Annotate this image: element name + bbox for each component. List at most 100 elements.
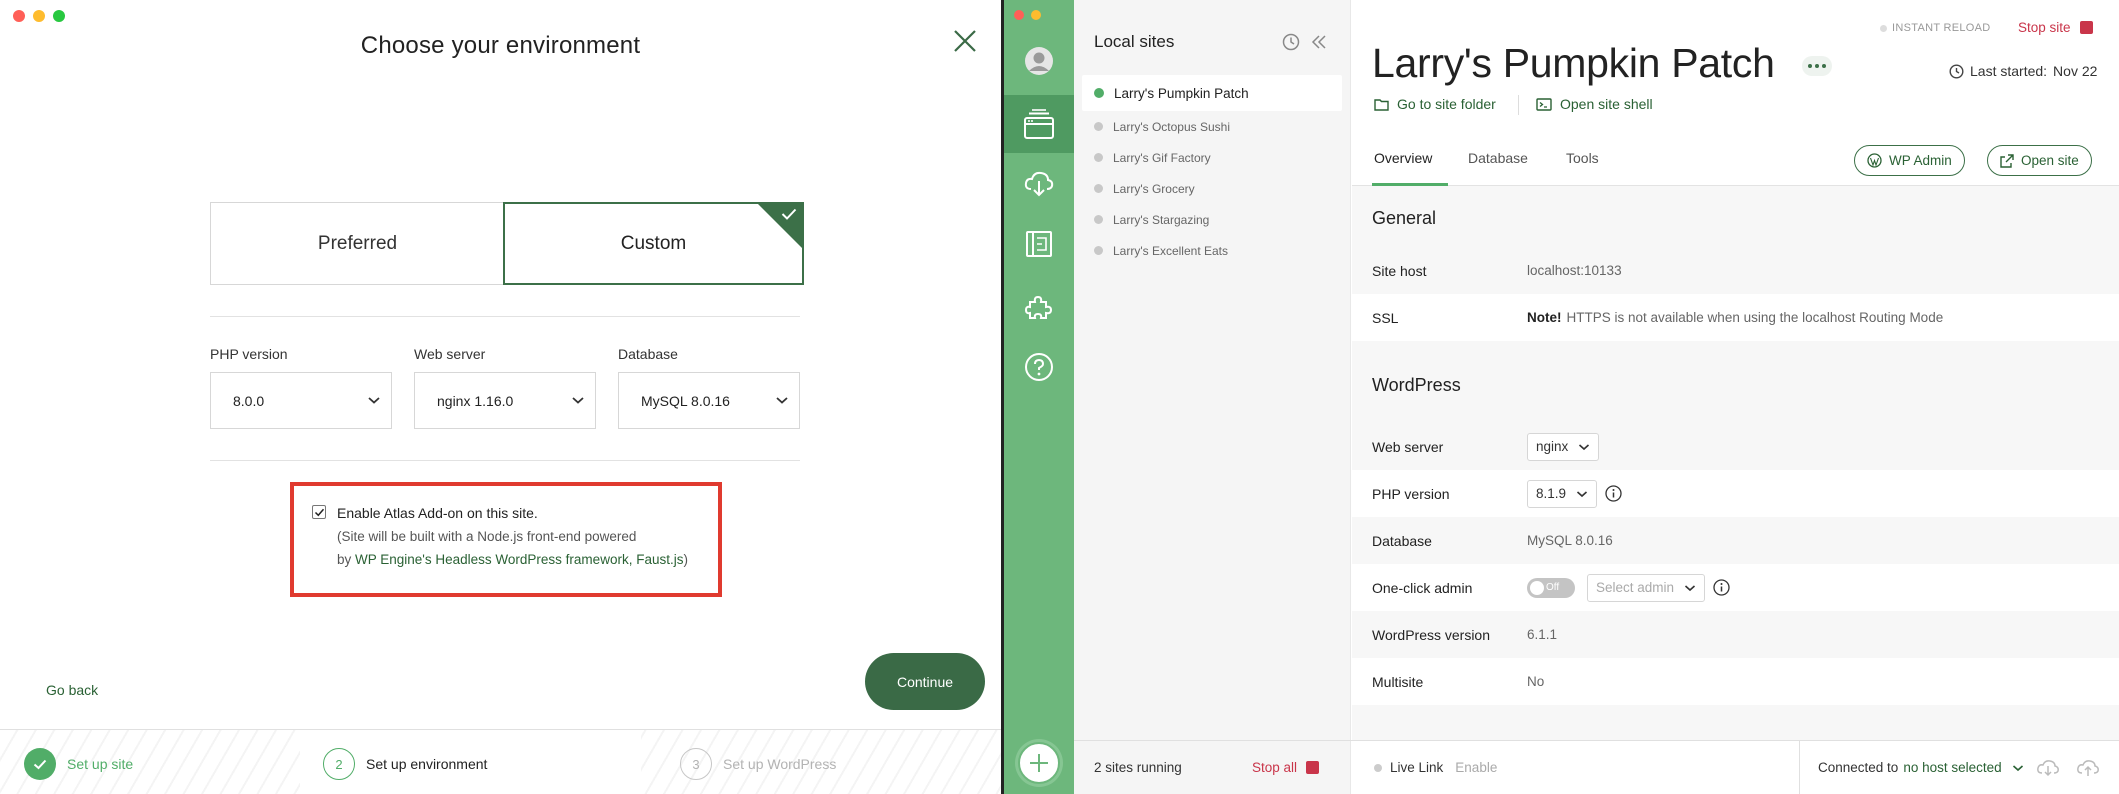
ssl-message: HTTPS is not available when using the lo… (1566, 310, 1944, 325)
stop-all-button[interactable]: Stop all (1252, 760, 1320, 775)
continue-button[interactable]: Continue (865, 653, 985, 710)
site-item-larrys-gif-factory[interactable]: Larry's Gif Factory (1082, 142, 1342, 173)
chevron-down-icon (1576, 490, 1588, 497)
site-item-larrys-octopus-sushi[interactable]: Larry's Octopus Sushi (1082, 111, 1342, 142)
status-dot (1094, 184, 1103, 193)
cloud-push-icon[interactable] (2076, 759, 2100, 777)
php-version-select[interactable]: 8.1.9 (1527, 479, 1598, 508)
atlas-addon-highlight: Enable Atlas Add-on on this site. (Site … (290, 482, 722, 597)
clock-icon[interactable] (1282, 33, 1300, 51)
database-value: MySQL 8.0.16 (641, 392, 730, 409)
rail-addons[interactable] (1004, 278, 1074, 336)
php-version-select[interactable]: 8.0.0 (210, 372, 392, 429)
open-site-shell-link[interactable]: Open site shell (1536, 96, 1653, 112)
info-icon[interactable] (1713, 579, 1730, 596)
faust-js-link[interactable]: WP Engine's Headless WordPress framework… (355, 552, 683, 567)
site-item-larrys-stargazing[interactable]: Larry's Stargazing (1082, 204, 1342, 235)
blueprint-icon (1026, 231, 1052, 257)
rail-avatar[interactable] (1004, 32, 1074, 90)
minimize-window-button[interactable] (33, 10, 45, 22)
rail-blueprints[interactable] (1004, 215, 1074, 273)
divider (1518, 95, 1519, 115)
web-server-select[interactable]: nginx 1.16.0 (414, 372, 596, 429)
live-link-status-dot (1374, 763, 1382, 772)
open-site-button[interactable]: Open site (1987, 145, 2092, 176)
site-item-label: Larry's Gif Factory (1113, 150, 1211, 165)
one-click-admin-label: One-click admin (1372, 579, 1473, 596)
tab-database[interactable]: Database (1468, 150, 1528, 186)
select-admin-dropdown[interactable]: Select admin (1587, 573, 1706, 602)
wp-admin-button[interactable]: WP Admin (1854, 145, 1965, 176)
nav-rail (1004, 0, 1074, 794)
external-link-icon (2000, 153, 2014, 168)
atlas-addon-description-2: by WP Engine's Headless WordPress framew… (337, 552, 688, 567)
php-version-value: 8.0.0 (233, 392, 265, 409)
host-selected: no host selected (1903, 760, 2002, 775)
tab-tools[interactable]: Tools (1566, 150, 1599, 186)
stop-site-button[interactable]: Stop site (2018, 20, 2093, 35)
site-item-label: Larry's Stargazing (1113, 212, 1210, 227)
site-item-larrys-excellent-eats[interactable]: Larry's Excellent Eats (1082, 235, 1342, 266)
site-item-label: Larry's Grocery (1113, 181, 1195, 196)
wordpress-icon (1867, 153, 1882, 168)
go-back-link[interactable]: Go back (46, 682, 98, 698)
minimize-window-button[interactable] (1031, 10, 1041, 20)
environment-type-selector: Preferred Custom (210, 202, 804, 285)
rail-local-sites[interactable] (1004, 95, 1074, 153)
site-item-label: Larry's Pumpkin Patch (1114, 85, 1249, 101)
close-icon[interactable] (952, 28, 978, 54)
zoom-window-button[interactable] (53, 10, 65, 22)
tab-overview[interactable]: Overview (1372, 150, 1448, 186)
rail-help[interactable] (1004, 338, 1074, 396)
site-item-larrys-grocery[interactable]: Larry's Grocery (1082, 173, 1342, 204)
close-window-button[interactable] (13, 10, 25, 22)
go-to-site-folder-link[interactable]: Go to site folder (1374, 96, 1496, 112)
step-label: Set up WordPress (723, 756, 837, 772)
live-link-enable-button[interactable]: Enable (1455, 760, 1497, 775)
live-link: Live Link Enable (1374, 760, 1497, 775)
overview-panel: General Site host localhost:10133 SSL No… (1352, 186, 2119, 740)
close-window-button[interactable] (1014, 10, 1024, 20)
ssl-row: SSL Note! HTTPS is not available when usi… (1352, 294, 2119, 341)
info-icon[interactable] (1605, 485, 1622, 502)
stop-all-label: Stop all (1252, 760, 1298, 775)
step-set-up-environment: 2 Set up environment (323, 748, 487, 780)
ssl-note: Note! (1527, 310, 1562, 325)
web-server-selected: nginx (1536, 439, 1569, 454)
custom-card[interactable]: Custom (503, 202, 804, 285)
last-started-label: Last started: (1970, 63, 2048, 79)
open-site-shell-label: Open site shell (1560, 96, 1653, 112)
one-click-admin-toggle[interactable]: Off (1527, 577, 1575, 598)
atlas-addon-checkbox[interactable] (312, 505, 326, 519)
ssl-value: Note! HTTPS is not available when using t… (1527, 310, 1943, 325)
site-item-larrys-pumpkin-patch[interactable]: Larry's Pumpkin Patch (1082, 75, 1342, 111)
instant-reload-toggle[interactable]: INSTANT RELOAD (1880, 22, 1991, 34)
web-server-select[interactable]: nginx (1527, 432, 1600, 461)
chevron-down-icon (1685, 584, 1696, 591)
php-version-row: PHP version 8.1.9 (1352, 470, 2119, 517)
checkmark-icon (781, 208, 797, 220)
step-set-up-site: Set up site (24, 748, 133, 780)
step-set-up-wordpress: 3 Set up WordPress (680, 748, 836, 780)
site-host-label: Site host (1372, 262, 1427, 279)
last-started-value: Nov 22 (2053, 63, 2098, 79)
collapse-sidebar-icon[interactable] (1310, 33, 1328, 51)
avatar-icon (1025, 47, 1053, 75)
php-version-value: 8.1.9 (1527, 479, 1622, 508)
chevron-down-icon (776, 397, 788, 404)
local-app-window: Local sites Larry's Pumpkin Patch Larry'… (1004, 0, 2119, 794)
more-options-icon[interactable] (1802, 56, 1832, 76)
cloud-pull-icon[interactable] (2036, 759, 2060, 777)
add-site-button[interactable] (1018, 742, 1060, 784)
chevron-down-icon (1579, 443, 1590, 450)
host-selector[interactable]: no host selected (1903, 760, 2023, 775)
ssl-label: SSL (1372, 309, 1399, 326)
folder-icon (1374, 98, 1389, 111)
custom-card-label: Custom (620, 232, 687, 254)
database-select[interactable]: MySQL 8.0.16 (618, 372, 800, 429)
site-detail: INSTANT RELOAD Stop site Larry's Pumpkin… (1352, 0, 2119, 740)
site-item-label: Larry's Excellent Eats (1113, 243, 1229, 258)
step-done-icon (24, 748, 56, 780)
rail-cloud-backups[interactable] (1004, 155, 1074, 213)
preferred-card[interactable]: Preferred (210, 202, 504, 285)
